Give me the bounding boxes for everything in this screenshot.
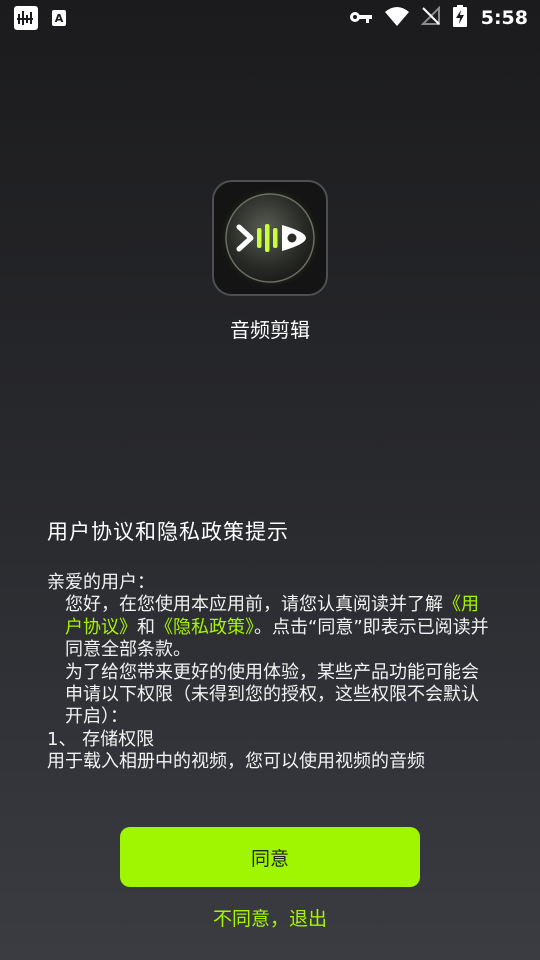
a-keyboard-icon: A: [52, 10, 66, 26]
app-icon: [212, 180, 328, 296]
paragraph-intro: 您好，在您使用本应用前，请您认真阅读并了解《用户协议》和《隐私政策》。点击“同意…: [47, 594, 493, 661]
and-text: 和: [137, 616, 155, 638]
play-waveform-icon: [220, 188, 320, 288]
agreement-title: 用户协议和隐私政策提示: [47, 520, 289, 544]
privacy-policy-link[interactable]: 《隐私政策》: [155, 617, 254, 638]
intro-text: 您好，在您使用本应用前，请您认真阅读并了解: [65, 594, 443, 616]
battery-charging-icon: [452, 5, 467, 31]
status-right-icons: 5:58: [349, 4, 528, 32]
greeting: 亲爱的用户：: [47, 572, 155, 593]
agree-button[interactable]: 同意: [120, 827, 420, 887]
key-icon: [349, 9, 373, 28]
status-left-icons: A: [14, 6, 66, 30]
permission-item-storage: 1、 存储权限: [47, 728, 155, 750]
app-name: 音频剪辑: [230, 318, 310, 342]
disagree-exit-button[interactable]: 不同意，退出: [0, 904, 540, 931]
status-time: 5:58: [480, 7, 528, 29]
app-notification-icon: [14, 6, 38, 30]
agreement-body[interactable]: 亲爱的用户： 您好，在您使用本应用前，请您认真阅读并了解《用户协议》和《隐私政策…: [47, 572, 493, 782]
status-bar: A 5:58: [0, 0, 540, 36]
paragraph-permissions: 为了给您带来更好的使用体验，某些产品功能可能会申请以下权限（未得到您的授权，这些…: [65, 661, 479, 728]
wifi-icon: [384, 6, 409, 30]
no-signal-icon: [420, 5, 441, 30]
permission-item-storage-desc: 用于载入相册中的视频，您可以使用视频的音频: [47, 751, 425, 773]
